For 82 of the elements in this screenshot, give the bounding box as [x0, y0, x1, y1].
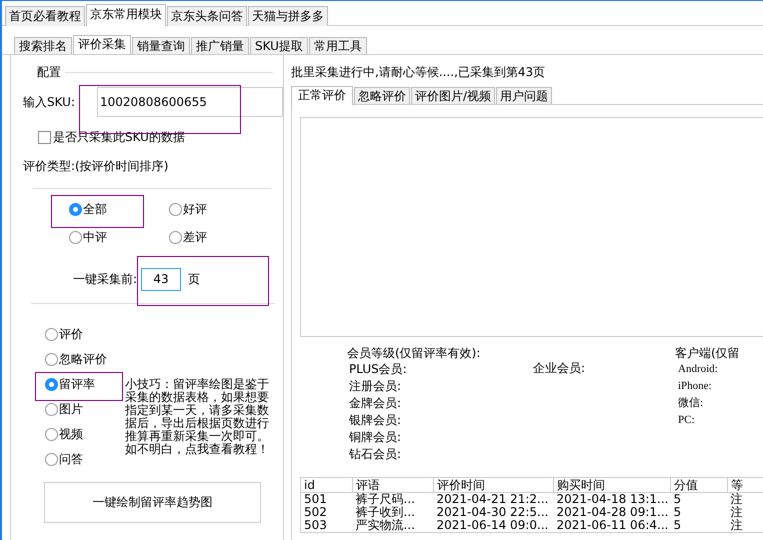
- radio-button[interactable]: [69, 203, 82, 216]
- table-cell: 5: [670, 519, 728, 532]
- field-label: 输入SKU:: [23, 94, 75, 110]
- radio-button[interactable]: [45, 453, 58, 466]
- unit-label: 页: [188, 270, 200, 288]
- tab[interactable]: 正常评价: [291, 86, 353, 105]
- tab[interactable]: 用户问题: [496, 87, 552, 104]
- radio-button[interactable]: [45, 353, 58, 366]
- column-header[interactable]: 等: [728, 478, 763, 492]
- radio-button[interactable]: [45, 328, 58, 341]
- table-cell-text: 5: [672, 506, 682, 519]
- tab[interactable]: 常用工具: [308, 37, 367, 54]
- table-cell: 2021-06-11 06:4...: [554, 519, 670, 532]
- client-label: Android:: [677, 362, 719, 377]
- group-title: 配置: [36, 64, 62, 81]
- client-label: iPhone:: [677, 379, 713, 394]
- table-cell: 5: [670, 492, 728, 506]
- section-label: 会员等级(仅留评率有效):: [347, 345, 482, 361]
- column-header[interactable]: 评语: [352, 478, 434, 492]
- radio-label: 中评: [83, 229, 107, 246]
- member-label: 企业会员:: [532, 360, 586, 377]
- radio-label: 差评: [183, 229, 207, 246]
- table-cell: 裤子尺码...: [352, 492, 434, 506]
- radio-label: 问答: [59, 451, 83, 468]
- radio-button[interactable]: [169, 203, 182, 216]
- tab[interactable]: 天猫与拼多多: [248, 6, 328, 26]
- client-label: PC:: [677, 413, 696, 428]
- tab[interactable]: 京东头条问答: [167, 6, 247, 26]
- member-label: PLUS会员:: [348, 361, 408, 378]
- table-cell: 2021-04-18 13:1...: [554, 492, 670, 506]
- table-cell-text: 2021-04-30 22:5...: [436, 506, 550, 519]
- member-label: 注册会员:: [348, 378, 402, 395]
- section-label: 评价类型:(按评价时间排序): [23, 158, 170, 175]
- table-cell: 注: [728, 519, 763, 532]
- tab[interactable]: 忽略评价: [354, 87, 410, 104]
- radio-label: 忽略评价: [59, 351, 107, 368]
- radio-label: 视频: [59, 426, 83, 443]
- section-label: 客户端(仅留: [675, 345, 741, 361]
- field-label: 一键采集前:: [73, 270, 138, 288]
- table-cell: 503: [300, 519, 352, 532]
- member-label: 银牌会员:: [348, 412, 402, 429]
- table-cell-text: 2021-04-28 09:1...: [556, 506, 670, 519]
- radio-label: 好评: [183, 201, 207, 218]
- draw-chart-button[interactable]: 一键绘制留评率趋势图: [44, 482, 261, 523]
- tab[interactable]: 搜索排名: [14, 37, 72, 54]
- column-header[interactable]: 评价时间: [434, 478, 554, 492]
- table-cell: 2021-06-14 09:0...: [434, 519, 554, 532]
- tab[interactable]: SKU提取: [250, 37, 308, 54]
- table-cell-text: 裤子收到...: [354, 506, 416, 519]
- table-cell: 严实物流...: [352, 519, 434, 532]
- radio-button[interactable]: [45, 428, 58, 441]
- member-label: 金牌会员:: [348, 395, 402, 412]
- radio-label: 留评率: [59, 376, 95, 393]
- column-header[interactable]: 购买时间: [554, 478, 670, 492]
- tab[interactable]: 推广销量: [191, 37, 249, 54]
- table-cell: 2021-04-21 21:2...: [434, 492, 554, 506]
- tab[interactable]: 评价图片/视频: [411, 87, 496, 104]
- client-label: 微信:: [677, 396, 704, 411]
- tab[interactable]: 京东常用模块: [86, 4, 166, 26]
- tab[interactable]: 首页必看教程: [5, 6, 85, 26]
- tip-link[interactable]: 小技巧：留评率绘图是鉴于采集的数据表格，如果想要指定到某一天，请多采集数据后，导出后根据页数进行推算再重新采集一次即可。如不明白，点我查看教程！: [125, 378, 271, 468]
- checkbox[interactable]: [38, 131, 51, 144]
- table-cell: 注: [728, 492, 763, 506]
- column-header[interactable]: 分值: [670, 478, 728, 492]
- table-cell: 501: [300, 492, 352, 506]
- sku-input-field[interactable]: 10020808600655: [97, 87, 283, 117]
- tab[interactable]: 评价采集: [73, 35, 131, 54]
- radio-button[interactable]: [169, 231, 182, 244]
- table-cell-text: 注: [730, 506, 744, 519]
- member-label: 铜牌会员:: [348, 429, 402, 446]
- status-text: 批里采集进行中,请耐心等候....,已采集到第43页: [291, 64, 546, 81]
- pages-input-field[interactable]: 43: [141, 268, 182, 290]
- radio-label: 图片: [59, 401, 83, 418]
- member-label: 钻石会员:: [348, 446, 402, 463]
- radio-button[interactable]: [69, 231, 82, 244]
- radio-label: 全部: [83, 201, 107, 218]
- table-cell: 502: [300, 506, 352, 519]
- radio-button[interactable]: [45, 378, 58, 391]
- tab[interactable]: 销量查询: [132, 37, 190, 54]
- column-header[interactable]: id: [300, 478, 352, 492]
- radio-button[interactable]: [45, 403, 58, 416]
- radio-label: 评价: [59, 326, 83, 343]
